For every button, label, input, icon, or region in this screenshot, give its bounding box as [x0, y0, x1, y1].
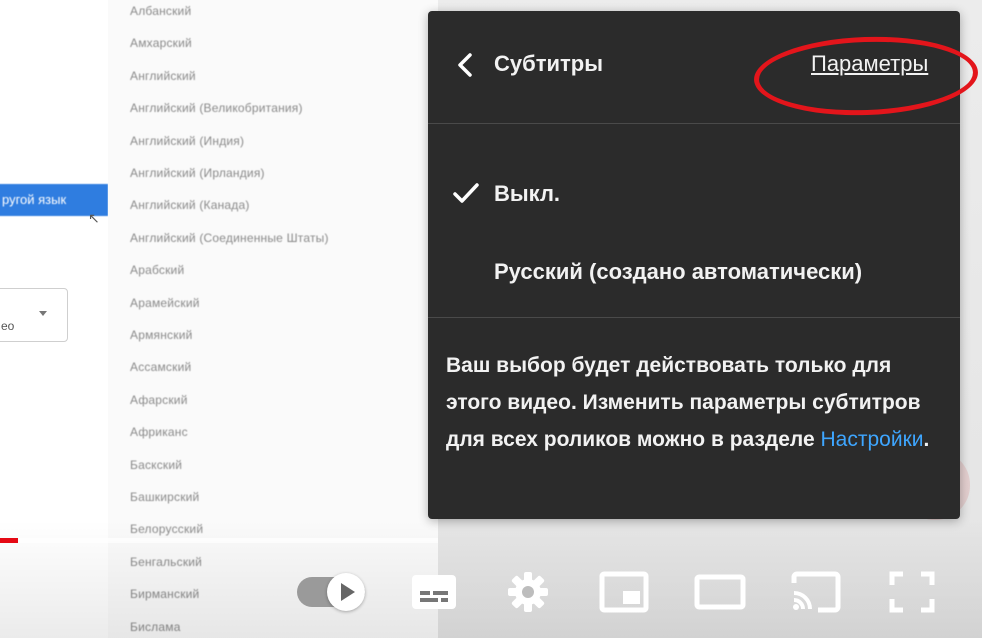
- autoplay-track: [297, 573, 365, 611]
- captions-menu: Субтитры Параметры Выкл. Русский (создан…: [428, 11, 980, 519]
- autoplay-toggle[interactable]: [294, 560, 368, 624]
- captions-note-end: .: [923, 428, 930, 451]
- language-list-item[interactable]: Арамейский: [130, 296, 200, 310]
- theater-mode-button[interactable]: [690, 560, 750, 624]
- miniplayer-icon: [599, 571, 649, 613]
- theater-mode-icon: [694, 574, 746, 610]
- language-list-item[interactable]: Армянский: [130, 328, 193, 342]
- caption-option-label: Русский (создано автоматически): [494, 259, 863, 284]
- back-chevron-icon[interactable]: [452, 51, 480, 79]
- language-list-item[interactable]: Арабский: [130, 263, 184, 277]
- cast-button[interactable]: [786, 560, 846, 624]
- fullscreen-icon: [889, 571, 935, 613]
- language-list-item[interactable]: Английский: [130, 69, 196, 83]
- progress-bar-fill: [0, 538, 18, 543]
- player-controls: [0, 560, 982, 630]
- language-list-item[interactable]: Баскский: [130, 458, 182, 472]
- highlight-annotation: [752, 33, 980, 119]
- check-icon: [453, 183, 479, 203]
- subtitles-icon: [412, 575, 456, 609]
- dropdown-value: ео: [1, 319, 15, 333]
- fullscreen-button[interactable]: [884, 560, 940, 624]
- language-list-item[interactable]: Афарский: [130, 393, 188, 407]
- miniplayer-button[interactable]: [596, 560, 652, 624]
- progress-bar[interactable]: [0, 538, 438, 543]
- language-list-item[interactable]: Английский (Ирландия): [130, 166, 265, 180]
- options-divider: [428, 317, 960, 318]
- settings-link[interactable]: Настройки: [821, 428, 924, 451]
- language-list-item[interactable]: Албанский: [130, 4, 191, 18]
- gear-icon: [508, 572, 548, 612]
- subtitles-button[interactable]: [404, 560, 464, 624]
- autoplay-knob: [327, 573, 365, 611]
- language-dropdown[interactable]: ео: [0, 288, 68, 342]
- language-list-item[interactable]: Ассамский: [130, 360, 191, 374]
- settings-button[interactable]: [500, 560, 556, 624]
- caption-option-russian-auto[interactable]: Русский (создано автоматически): [428, 245, 960, 301]
- caption-option-label: Выкл.: [494, 181, 561, 206]
- caption-option-off[interactable]: Выкл.: [428, 167, 960, 223]
- chevron-down-icon: [39, 311, 47, 316]
- language-list-item[interactable]: Башкирский: [130, 490, 199, 504]
- language-list-item[interactable]: Амхарский: [130, 36, 192, 50]
- language-list-item[interactable]: Английский (Канада): [130, 198, 250, 212]
- language-list-item[interactable]: Английский (Индия): [130, 134, 244, 148]
- cast-icon: [791, 571, 841, 613]
- language-list-item[interactable]: Английский (Соединенные Штаты): [130, 231, 329, 245]
- captions-note: Ваш выбор будет действовать только для э…: [446, 347, 946, 458]
- language-list-item[interactable]: Английский (Великобритания): [130, 101, 303, 115]
- language-list-item[interactable]: Африканс: [130, 425, 188, 439]
- captions-menu-title: Субтитры: [494, 51, 604, 76]
- play-icon: [341, 583, 355, 601]
- mouse-cursor-icon: ↖: [88, 210, 100, 226]
- captions-menu-header: Субтитры Параметры: [428, 11, 980, 123]
- header-divider: [428, 123, 960, 124]
